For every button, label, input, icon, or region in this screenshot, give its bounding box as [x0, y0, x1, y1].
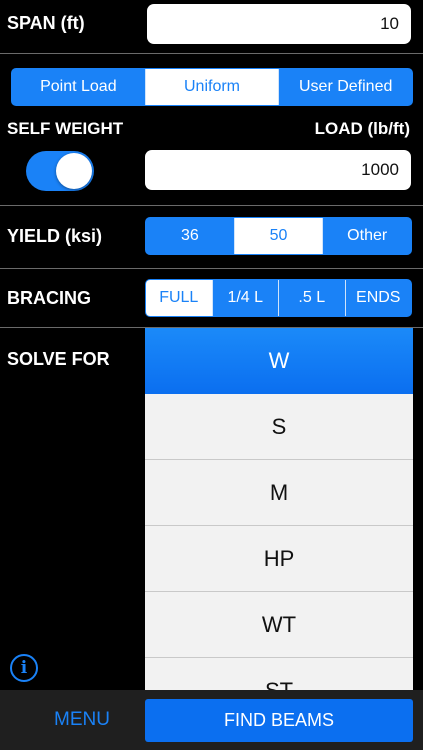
shape-option-st[interactable]: ST	[145, 658, 413, 690]
self-weight-toggle[interactable]	[26, 151, 94, 191]
load-type-option-uniform[interactable]: Uniform	[144, 69, 279, 105]
divider	[0, 268, 423, 269]
load-input[interactable]: 1000	[145, 150, 411, 190]
divider	[0, 53, 423, 54]
yield-segmented-control[interactable]: 36 50 Other	[145, 217, 412, 255]
bracing-label: BRACING	[7, 288, 91, 308]
bracing-option-half-l[interactable]: .5 L	[278, 280, 345, 316]
self-weight-label: SELF WEIGHT	[7, 119, 124, 138]
yield-option-36[interactable]: 36	[146, 218, 234, 254]
shape-option-w[interactable]: W	[145, 328, 413, 394]
menu-button[interactable]: MENU	[14, 700, 150, 740]
span-label: SPAN (ft)	[7, 13, 85, 33]
toggle-knob	[56, 153, 92, 189]
load-label: LOAD (lb/ft)	[314, 119, 410, 138]
solve-for-label: SOLVE FOR	[7, 349, 110, 369]
load-type-option-user-defined[interactable]: User Defined	[278, 69, 412, 105]
yield-label: YIELD (ksi)	[7, 226, 103, 246]
info-glyph: i	[20, 658, 28, 678]
bracing-option-ends[interactable]: ENDS	[344, 280, 412, 316]
shape-option-hp[interactable]: HP	[145, 526, 413, 592]
yield-option-50[interactable]: 50	[233, 218, 323, 254]
bracing-segmented-control[interactable]: FULL 1/4 L .5 L ENDS	[145, 279, 412, 317]
find-beams-button[interactable]: FIND BEAMS	[145, 699, 413, 742]
shape-option-m[interactable]: M	[145, 460, 413, 526]
shape-picker-list[interactable]: W S M HP WT ST	[145, 328, 413, 690]
bracing-option-full[interactable]: FULL	[146, 280, 212, 316]
load-type-segmented-control[interactable]: Point Load Uniform User Defined	[11, 68, 413, 106]
span-input[interactable]: 10	[147, 4, 411, 44]
divider	[0, 205, 423, 206]
load-value: 1000	[361, 160, 399, 179]
info-icon[interactable]: i	[10, 654, 38, 682]
span-value: 10	[380, 14, 399, 33]
shape-option-wt[interactable]: WT	[145, 592, 413, 658]
yield-option-other[interactable]: Other	[322, 218, 411, 254]
shape-option-s[interactable]: S	[145, 394, 413, 460]
load-type-option-point-load[interactable]: Point Load	[12, 69, 145, 105]
bracing-option-quarter-l[interactable]: 1/4 L	[211, 280, 279, 316]
